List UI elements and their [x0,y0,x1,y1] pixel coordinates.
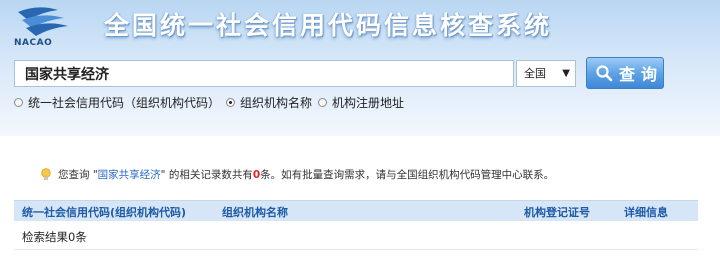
notice-suffix: 条。如有批量查询需求，请与全国组织机构代码管理中心联系。 [260,169,555,181]
search-button[interactable]: 查询 [586,57,664,89]
column-header-credit-code: 统一社会信用代码(组织机构代码) [22,206,187,219]
chevron-down-icon: ▼ [562,68,570,79]
table-row: 检索结果0条 [14,221,698,250]
radio-button[interactable] [318,98,328,107]
radio-label: 机构注册地址 [332,96,405,110]
search-icon [596,65,613,82]
search-button-label: 查询 [619,65,664,84]
radio-org-name[interactable]: 组织机构名称 [226,94,312,111]
radio-label: 统一社会信用代码（组织机构代码） [28,96,221,110]
search-input[interactable] [14,60,514,87]
column-header-org-name: 组织机构名称 [222,206,288,219]
radio-reg-address[interactable]: 机构注册地址 [318,94,404,111]
radio-button[interactable] [14,98,23,107]
logo-text: NACAO [14,38,53,48]
search-type-options: 统一社会信用代码（组织机构代码） 组织机构名称 机构注册地址 [14,94,410,111]
region-select-value: 全国 [524,67,546,80]
site-title: 全国统一社会信用代码信息核查系统 [104,11,553,40]
result-notice: 您查询 " 国家共享经济 " 的相关记录数共有 0 条。如有批量查询需求，请与全… [40,167,554,182]
header-banner: NACAO 全国统一社会信用代码信息核查系统 全国 ▼ 查询 统一社会信用代码（… [0,0,720,136]
column-header-reg-number: 机构登记证号 [524,206,590,219]
notice-prefix: 您查询 " [58,169,98,181]
empty-result-message: 检索结果0条 [22,230,87,244]
results-table-header: 统一社会信用代码(组织机构代码) 组织机构名称 机构登记证号 详细信息 [14,200,698,221]
region-select[interactable]: 全国 ▼ [516,60,576,87]
radio-button[interactable] [226,98,236,107]
notice-middle: " 的相关记录数共有 [160,169,253,181]
lightbulb-icon [41,167,51,180]
radio-credit-code[interactable]: 统一社会信用代码（组织机构代码） [14,94,220,111]
notice-keyword: 国家共享经济 [97,169,161,181]
column-header-details: 详细信息 [624,206,668,219]
notice-count: 0 [252,168,261,181]
radio-label: 组织机构名称 [240,96,313,110]
